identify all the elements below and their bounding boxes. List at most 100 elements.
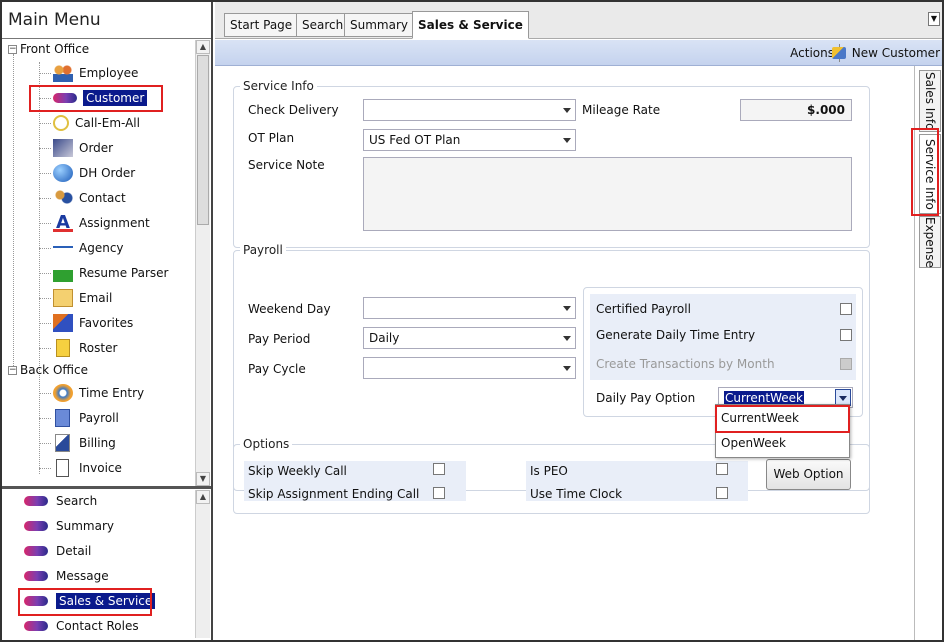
clock-icon xyxy=(53,384,73,402)
tree-item-contact[interactable]: Contact xyxy=(39,186,126,210)
weekend-day-label: Weekend Day xyxy=(248,302,331,316)
highlight-service-info-tab xyxy=(911,128,939,216)
tab-menu-icon[interactable]: ▼ xyxy=(928,12,940,26)
tree-scrollbar[interactable]: ▲ ▼ xyxy=(195,40,210,486)
weekend-day-dropdown[interactable] xyxy=(363,297,576,319)
collapse-icon[interactable]: − xyxy=(8,44,17,54)
mileage-rate-field[interactable]: $.000 xyxy=(740,99,852,121)
employee-icon xyxy=(53,64,73,82)
service-note-label: Service Note xyxy=(248,158,325,172)
check-delivery-dropdown[interactable] xyxy=(363,99,576,121)
is-peo-label: Is PEO xyxy=(530,464,568,478)
scroll-up-icon[interactable]: ▲ xyxy=(196,40,210,54)
invoice-icon xyxy=(56,459,69,477)
highlight-currentweek xyxy=(715,405,850,433)
use-time-clock-checkbox[interactable] xyxy=(716,487,728,499)
call-em-all-icon xyxy=(53,115,69,131)
message-icon xyxy=(24,571,48,581)
skip-weekly-call-checkbox[interactable] xyxy=(433,463,445,475)
scroll-thumb[interactable] xyxy=(197,55,209,225)
side-tab-sales-info[interactable]: Sales Info xyxy=(919,70,941,132)
tab-sales-service[interactable]: Sales & Service xyxy=(412,11,529,39)
new-item-icon xyxy=(831,47,846,59)
bottom-item-contact-roles[interactable]: Contact Roles xyxy=(24,614,139,638)
globe-icon xyxy=(53,164,73,182)
toolbar: Actions New Customer xyxy=(215,40,942,66)
bottom-item-message[interactable]: Message xyxy=(24,564,109,588)
scroll-down-icon[interactable]: ▼ xyxy=(196,472,210,486)
new-customer-button[interactable]: New Customer xyxy=(831,46,940,60)
group-title: Options xyxy=(240,437,293,451)
daily-pay-option-label: Daily Pay Option xyxy=(596,391,696,405)
tree-item-favorites[interactable]: Favorites xyxy=(39,311,133,335)
pay-period-dropdown[interactable]: Daily xyxy=(363,327,576,349)
tree-item-employee[interactable]: Employee xyxy=(39,61,138,85)
create-transactions-checkbox xyxy=(840,358,852,370)
web-option-button[interactable]: Web Option xyxy=(766,459,851,490)
summary-icon xyxy=(24,521,48,531)
service-note-field[interactable] xyxy=(363,157,852,231)
tab-bar: Start Page Search Summary Sales & Servic… xyxy=(215,2,942,39)
mileage-rate-label: Mileage Rate xyxy=(582,103,661,117)
collapse-icon[interactable]: − xyxy=(8,365,17,375)
app-window: Main Menu − Front Office Employee Custom… xyxy=(0,0,944,642)
scroll-up-icon[interactable]: ▲ xyxy=(196,490,210,504)
favorites-icon xyxy=(53,314,73,332)
tree-item-order[interactable]: Order xyxy=(39,136,113,160)
certified-payroll-checkbox[interactable] xyxy=(840,303,852,315)
detail-icon xyxy=(24,546,48,556)
tree-item-roster[interactable]: Roster xyxy=(39,336,117,360)
tree-item-assignment[interactable]: A Assignment xyxy=(39,211,150,235)
chevron-down-icon xyxy=(563,306,571,311)
bottom-item-search[interactable]: Search xyxy=(24,489,97,513)
tree-section-back-office[interactable]: − Back Office xyxy=(8,363,88,377)
ot-plan-dropdown[interactable]: US Fed OT Plan xyxy=(363,129,576,151)
form-content: Service Info Check Delivery Mileage Rate… xyxy=(215,66,914,640)
is-peo-checkbox[interactable] xyxy=(716,463,728,475)
certified-payroll-label: Certified Payroll xyxy=(596,302,691,316)
generate-daily-checkbox[interactable] xyxy=(840,329,852,341)
search-icon xyxy=(24,496,48,506)
tab-search[interactable]: Search xyxy=(296,13,350,37)
bottom-item-detail[interactable]: Detail xyxy=(24,539,91,563)
create-transactions-label: Create Transactions by Month xyxy=(596,357,775,371)
ot-plan-label: OT Plan xyxy=(248,131,295,145)
service-info-group: Service Info Check Delivery Mileage Rate… xyxy=(233,79,870,248)
bottom-item-summary[interactable]: Summary xyxy=(24,514,114,538)
tree-item-email[interactable]: Email xyxy=(39,286,112,310)
section-label: Front Office xyxy=(20,42,90,56)
tab-start-page[interactable]: Start Page xyxy=(224,13,299,37)
tree-item-call-em-all[interactable]: Call-Em-All xyxy=(39,111,140,135)
tree-item-billing[interactable]: Billing xyxy=(39,431,116,455)
chevron-down-icon xyxy=(563,366,571,371)
skip-assignment-ending-checkbox[interactable] xyxy=(433,487,445,499)
billing-icon xyxy=(55,434,70,452)
option-openweek[interactable]: OpenWeek xyxy=(721,436,786,450)
main-menu-title: Main Menu xyxy=(8,10,101,30)
assignment-icon: A xyxy=(53,214,73,232)
tab-summary[interactable]: Summary xyxy=(344,13,414,37)
highlight-customer xyxy=(29,85,163,112)
bottom-scrollbar[interactable]: ▲ xyxy=(195,490,210,638)
generate-daily-label: Generate Daily Time Entry xyxy=(596,328,756,342)
tree-item-resume-parser[interactable]: Resume Parser xyxy=(39,261,168,285)
tree-item-dh-order[interactable]: DH Order xyxy=(39,161,135,185)
chevron-down-icon xyxy=(563,108,571,113)
tree-item-agency[interactable]: Agency xyxy=(39,236,124,260)
actions-menu[interactable]: Actions xyxy=(790,46,834,60)
tree-section-front-office[interactable]: − Front Office xyxy=(8,42,89,56)
calculator-icon xyxy=(55,409,70,427)
main-menu-panel: Main Menu − Front Office Employee Custom… xyxy=(2,2,213,640)
tree-item-time-entry[interactable]: Time Entry xyxy=(39,381,144,405)
pay-cycle-dropdown[interactable] xyxy=(363,357,576,379)
payroll-options-panel: Certified Payroll Generate Daily Time En… xyxy=(583,287,863,417)
tree-item-invoice[interactable]: Invoice xyxy=(39,456,122,480)
chevron-down-icon xyxy=(563,336,571,341)
tree-item-payroll[interactable]: Payroll xyxy=(39,406,119,430)
upload-icon xyxy=(53,264,73,282)
email-icon xyxy=(53,289,73,307)
side-tab-expense[interactable]: Expense xyxy=(919,216,941,268)
use-time-clock-label: Use Time Clock xyxy=(530,487,623,501)
pay-cycle-label: Pay Cycle xyxy=(248,362,306,376)
pay-period-label: Pay Period xyxy=(248,332,311,346)
